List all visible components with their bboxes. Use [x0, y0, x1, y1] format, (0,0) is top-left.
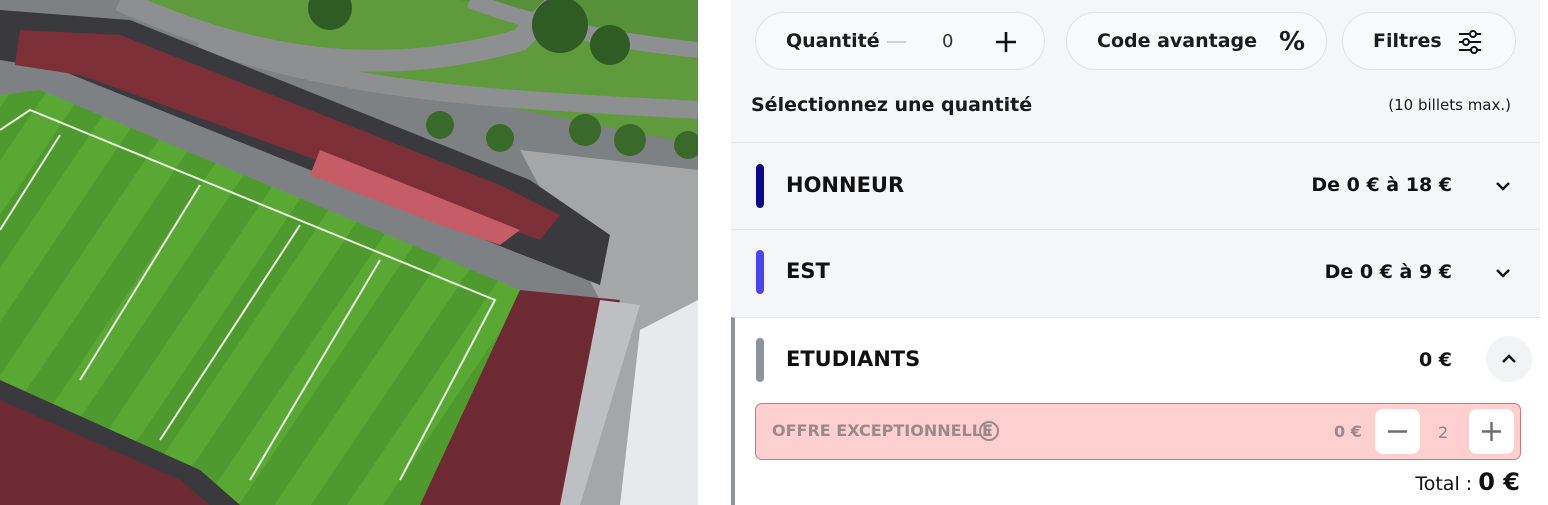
quantity-selector: Quantité 0: [755, 12, 1045, 70]
chevron-down-icon[interactable]: [1492, 175, 1514, 197]
offer-quantity: 2: [1438, 423, 1449, 442]
filters-label: Filtres: [1373, 30, 1442, 52]
offer-price: 0 €: [1334, 422, 1362, 441]
category-name: ETUDIANTS: [786, 347, 921, 371]
offer-label: OFFRE EXCEPTIONNELLE: [772, 421, 993, 440]
sliders-icon: [1459, 30, 1481, 54]
stadium-map[interactable]: [0, 0, 698, 505]
quantity-label: Quantité: [786, 30, 880, 52]
offer-decrement-button[interactable]: [1375, 409, 1420, 454]
collapse-button[interactable]: [1486, 336, 1532, 382]
category-price: De 0 € à 9 €: [1324, 261, 1452, 283]
category-price: 0 €: [1418, 349, 1452, 371]
category-name: HONNEUR: [786, 173, 905, 197]
total-value: 0 €: [1478, 468, 1520, 496]
promo-code-label: Code avantage: [1097, 30, 1258, 52]
minus-icon: [1388, 430, 1407, 433]
quantity-increment-button[interactable]: [993, 29, 1019, 55]
total: Total : 0 €: [1415, 468, 1520, 496]
max-tickets-note: (10 billets max.): [1388, 96, 1511, 114]
total-label: Total :: [1415, 473, 1473, 495]
plus-icon: [1482, 422, 1501, 441]
category-name: EST: [786, 259, 830, 283]
category-color-bar: [756, 338, 764, 382]
category-row-est[interactable]: EST De 0 € à 9 €: [731, 229, 1540, 317]
category-row-honneur[interactable]: HONNEUR De 0 € à 18 €: [731, 142, 1540, 229]
category-color-bar: [756, 164, 764, 208]
percent-icon: %: [1279, 27, 1306, 57]
promo-code-button[interactable]: Code avantage %: [1066, 12, 1327, 70]
info-icon[interactable]: [978, 420, 1000, 442]
offer-row: OFFRE EXCEPTIONNELLE 0 € 2: [755, 403, 1521, 460]
offer-increment-button[interactable]: [1469, 409, 1514, 454]
quantity-value: 0: [942, 30, 954, 52]
category-price: De 0 € à 18 €: [1311, 174, 1452, 196]
quantity-hint: Sélectionnez une quantité: [751, 94, 1033, 116]
category-row-etudiants[interactable]: ETUDIANTS 0 € OFFRE EXCEPTIONNELLE 0 € 2: [731, 317, 1540, 505]
category-color-bar: [756, 250, 764, 294]
chevron-down-icon[interactable]: [1492, 262, 1514, 284]
quantity-decrement-button[interactable]: [887, 41, 906, 43]
chevron-up-icon: [1502, 354, 1516, 363]
ticket-panel: Quantité 0 Code avantage % Filtres Sélec…: [731, 0, 1540, 505]
filters-button[interactable]: Filtres: [1342, 12, 1516, 70]
